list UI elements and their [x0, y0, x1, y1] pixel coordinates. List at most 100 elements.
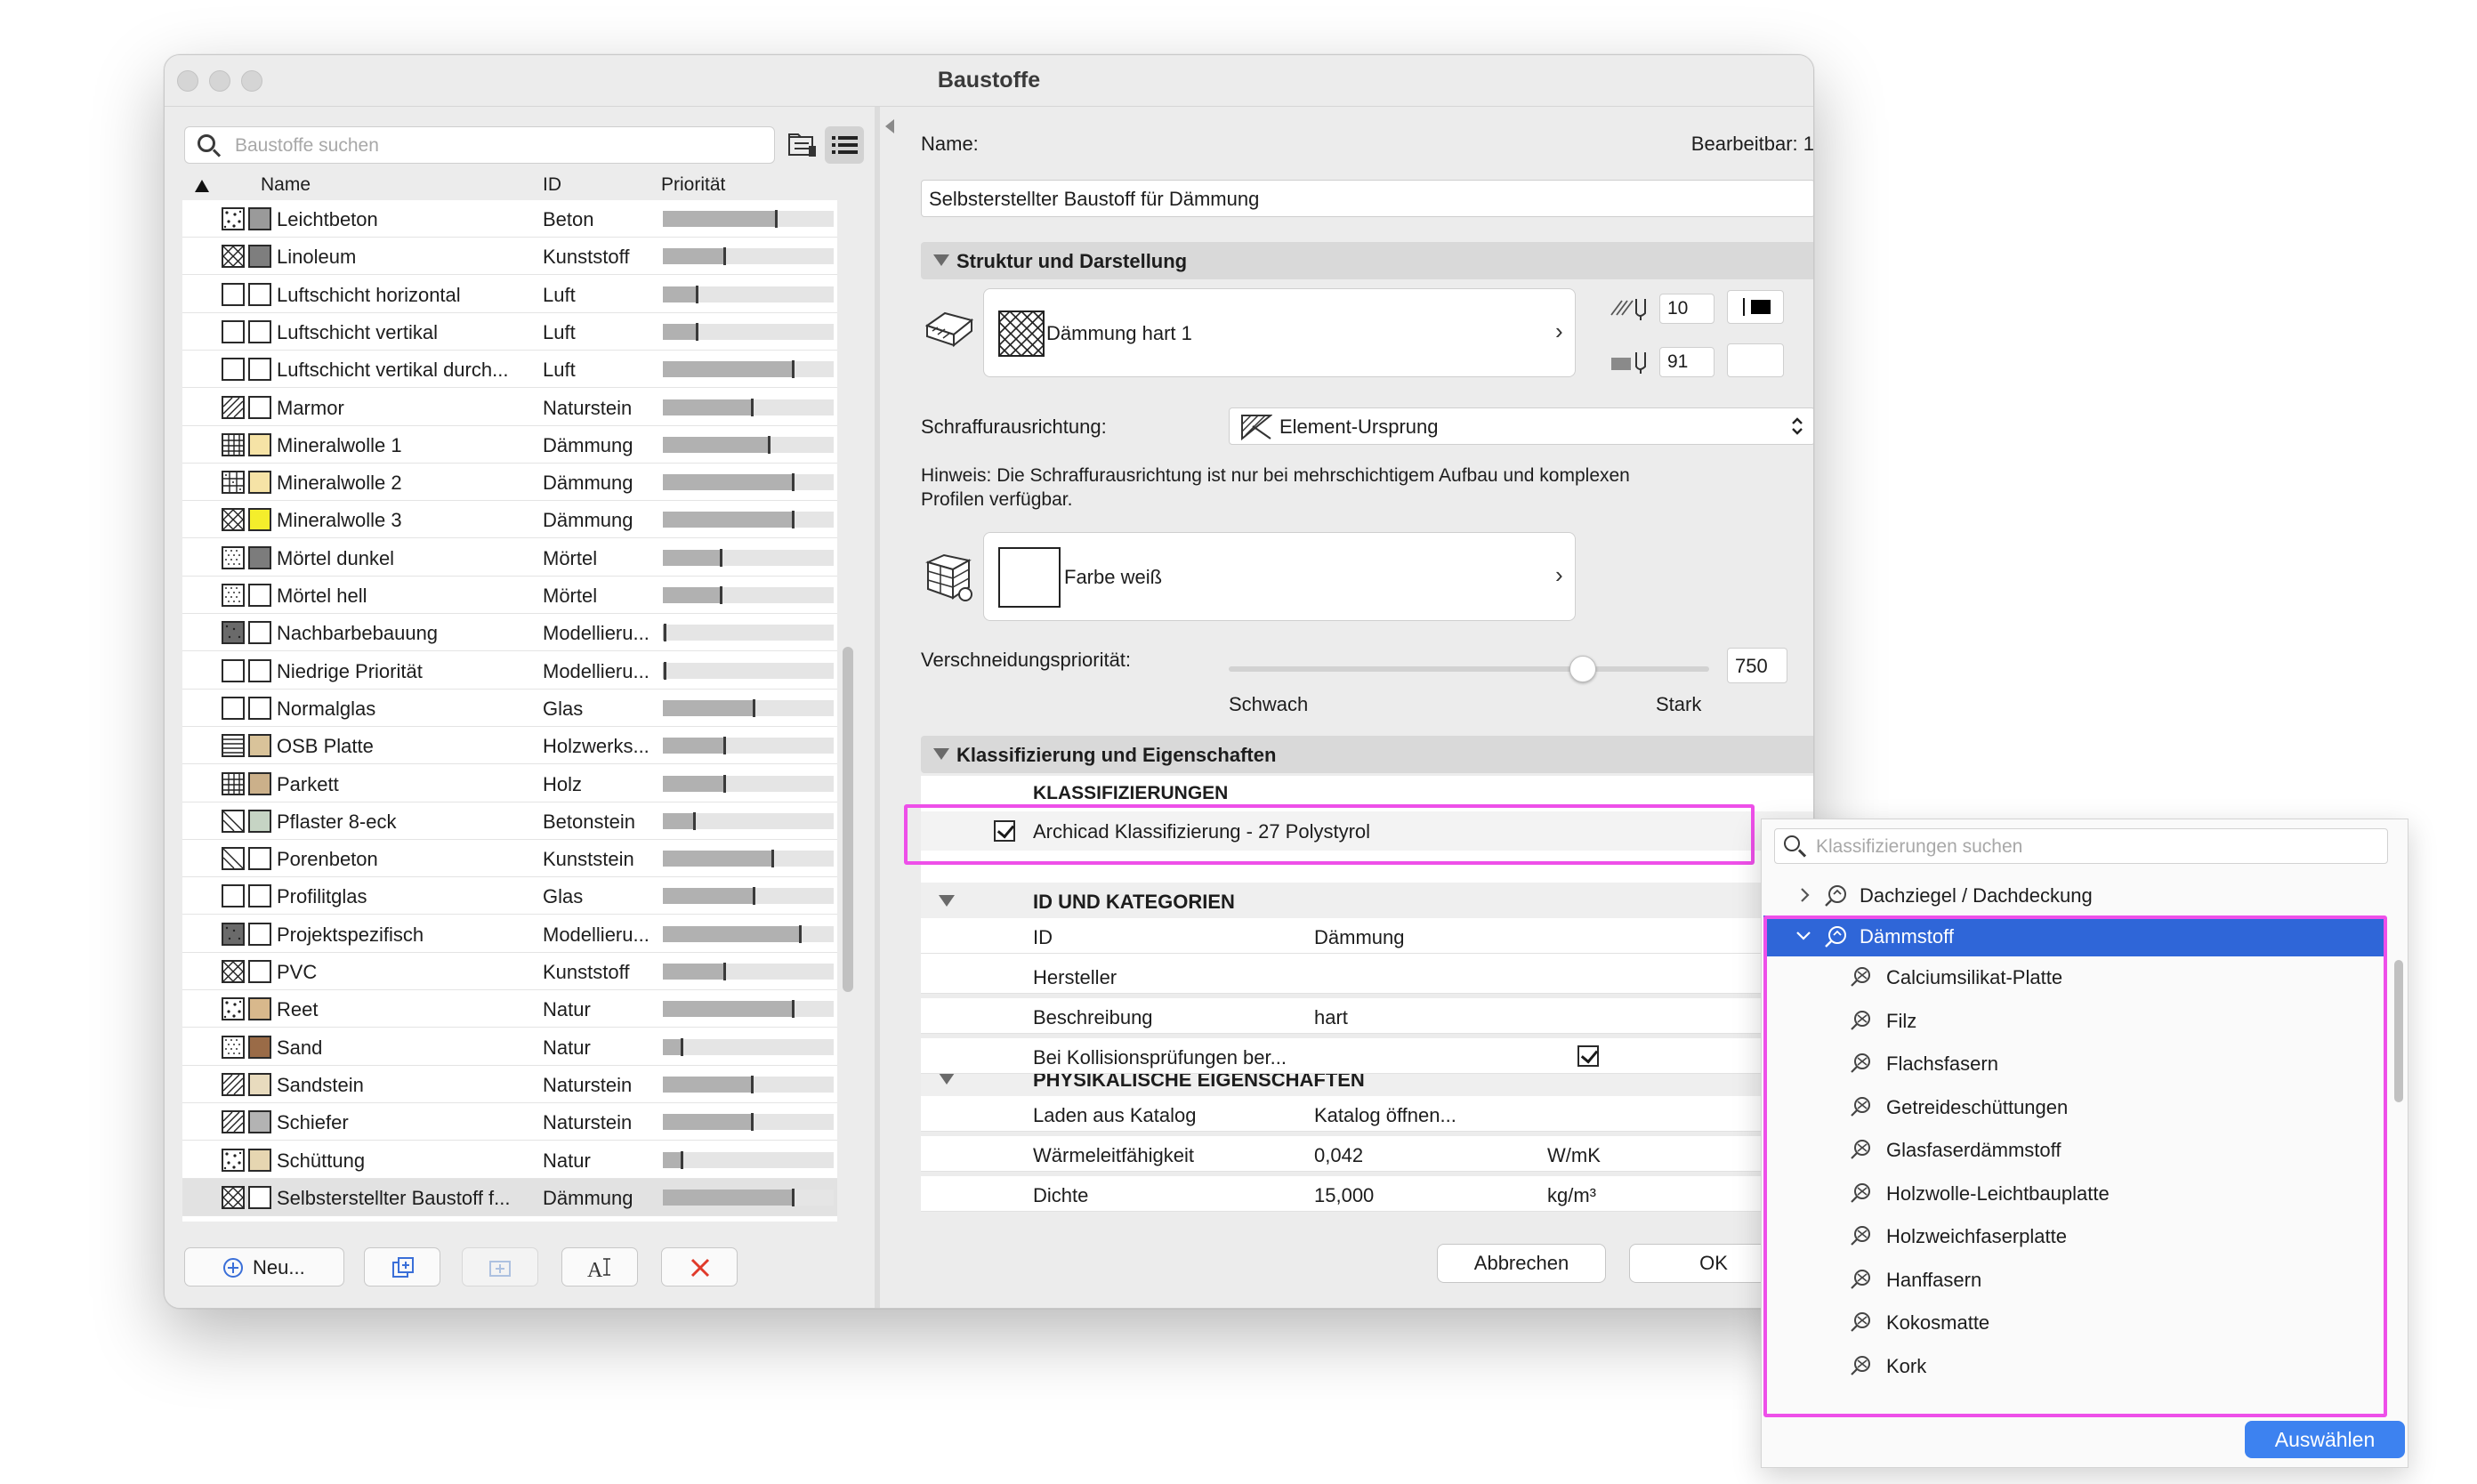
collapse-arrow-icon[interactable] — [885, 119, 894, 133]
tree-item-child[interactable]: Kork — [1763, 1345, 2384, 1386]
column-id[interactable]: ID — [543, 174, 561, 196]
new-material-button[interactable]: Neu... — [184, 1247, 344, 1286]
hatch-orientation-select[interactable]: Element-Ursprung — [1229, 407, 1813, 445]
popup-scrollbar[interactable] — [2394, 960, 2403, 1102]
material-row[interactable]: Niedrige Priorität Modellieru... — [182, 651, 837, 690]
tree-item-child[interactable]: Kokosmatte — [1763, 1302, 2384, 1343]
material-row[interactable]: Parkett Holz — [182, 764, 837, 802]
material-row[interactable]: Pflaster 8-eck Betonstein — [182, 802, 837, 840]
material-row[interactable]: Leichtbeton Beton — [182, 200, 837, 238]
tree-item-child[interactable]: Holzwolle-Leichtbauplatte — [1763, 1173, 2384, 1214]
property-value[interactable]: 15,000 — [1314, 1184, 1374, 1207]
tree-item-daemmstoff[interactable]: Dämmstoff — [1763, 915, 2384, 956]
material-row[interactable]: Mineralwolle 2 Dämmung — [182, 464, 837, 502]
cancel-button[interactable]: Abbrechen — [1437, 1244, 1606, 1283]
material-row[interactable]: Reet Natur — [182, 990, 837, 1028]
folder-view-button[interactable] — [782, 126, 821, 164]
material-row[interactable]: OSB Platte Holzwerks... — [182, 727, 837, 765]
material-row[interactable]: Selbsterstellter Baustoff f... Dämmung — [182, 1178, 837, 1216]
list-scrollbar[interactable] — [843, 647, 853, 992]
priority-bar — [663, 811, 834, 830]
property-row[interactable]: ID Dämmung — [921, 918, 1813, 954]
material-id: Natur — [543, 1036, 591, 1059]
priority-bar — [663, 473, 834, 492]
chevron-down-icon[interactable] — [1795, 930, 1811, 942]
classification-row[interactable]: Archicad Klassifizierung - 27 Polystyrol… — [921, 811, 1813, 851]
property-row[interactable]: Laden aus Katalog Katalog öffnen... — [921, 1096, 1813, 1132]
column-name[interactable]: Name — [261, 174, 311, 196]
tree-item-child[interactable]: Hanffasern — [1763, 1259, 2384, 1300]
panel-splitter[interactable] — [875, 107, 880, 1308]
material-row[interactable]: PVC Kunststoff — [182, 953, 837, 990]
material-row[interactable]: Mörtel dunkel Mörtel — [182, 538, 837, 577]
property-value[interactable]: hart — [1314, 1006, 1348, 1029]
tree-item-dachziegel[interactable]: Dachziegel / Dachdeckung — [1763, 875, 2384, 915]
material-row[interactable]: Normalglas Glas — [182, 689, 837, 727]
tree-item-child[interactable]: Calciumsilikat-Platte — [1763, 956, 2384, 997]
material-row[interactable]: Sand Natur — [182, 1028, 837, 1066]
priority-bar — [663, 963, 834, 980]
fill-pen-color-button[interactable] — [1727, 290, 1784, 324]
property-row[interactable]: Beschreibung hart — [921, 998, 1813, 1034]
delete-button[interactable] — [661, 1247, 738, 1286]
material-row[interactable]: Profilitglas Glas — [182, 877, 837, 915]
material-name: Schüttung — [277, 1149, 366, 1172]
select-button[interactable]: Auswählen — [2245, 1421, 2405, 1458]
material-row[interactable]: Projektspezifisch Modellieru... — [182, 915, 837, 953]
material-row[interactable]: Mineralwolle 3 Dämmung — [182, 501, 837, 539]
chevron-right-icon[interactable] — [1799, 887, 1811, 903]
tree-item-child[interactable]: Filz — [1763, 1000, 2384, 1041]
group-id-categories[interactable]: ID UND KATEGORIEN — [921, 883, 1813, 918]
material-name: Marmor — [277, 396, 344, 419]
property-value[interactable]: Dämmung — [1314, 926, 1404, 949]
import-button[interactable] — [462, 1247, 538, 1286]
tree-item-child[interactable]: Flachsfasern — [1763, 1043, 2384, 1084]
rename-button[interactable]: A — [561, 1247, 638, 1286]
material-row[interactable]: Marmor Naturstein — [182, 388, 837, 426]
classification-search-input[interactable]: Klassifizierungen suchen — [1774, 828, 2388, 864]
duplicate-button[interactable] — [364, 1247, 440, 1286]
material-row[interactable]: Schiefer Naturstein — [182, 1103, 837, 1141]
material-row[interactable]: Linoleum Kunststoff — [182, 238, 837, 276]
material-row[interactable]: Luftschicht vertikal Luft — [182, 312, 837, 351]
cut-fill-selector[interactable]: Dämmung hart 1 › — [983, 288, 1576, 377]
material-row[interactable]: Luftschicht horizontal Luft — [182, 275, 837, 313]
property-row[interactable]: Bei Kollisionsprüfungen ber... — [921, 1038, 1813, 1074]
property-value[interactable]: 0,042 — [1314, 1144, 1363, 1167]
material-search-input[interactable]: Baustoffe suchen — [184, 126, 775, 164]
intersection-priority-slider[interactable] — [1229, 656, 1709, 682]
slider-knob[interactable] — [1569, 656, 1596, 682]
material-list[interactable]: Leichtbeton Beton Linoleum Kunststoff Luftsc… — [182, 200, 837, 1222]
color-swatch — [248, 1072, 271, 1096]
property-row[interactable]: Wärmeleitfähigkeit 0,042 W/mK — [921, 1136, 1813, 1172]
material-row[interactable]: Luftschicht vertikal durch... Luft — [182, 351, 837, 389]
surface-selector[interactable]: Farbe weiß › — [983, 532, 1576, 621]
classification-checkbox[interactable] — [994, 820, 1015, 842]
section-structure-header[interactable]: Struktur und Darstellung — [921, 242, 1813, 279]
list-view-button[interactable] — [825, 126, 864, 164]
fill-pen-input[interactable]: 10 — [1659, 294, 1715, 324]
column-priority[interactable]: Priorität — [661, 174, 725, 196]
background-pen-color-button[interactable] — [1727, 343, 1784, 377]
material-row[interactable]: Nachbarbebauung Modellieru... — [182, 614, 837, 652]
collision-checkbox[interactable] — [1577, 1045, 1599, 1067]
intersection-priority-input[interactable]: 750 — [1727, 648, 1787, 683]
tree-item-child[interactable]: Holzweichfaserplatte — [1763, 1215, 2384, 1256]
section-classification-header[interactable]: Klassifizierung und Eigenschaften — [921, 736, 1813, 773]
material-row[interactable]: Porenbeton Kunststein — [182, 840, 837, 878]
material-name-input[interactable]: Selbsterstellter Baustoff für Dämmung — [921, 180, 1813, 217]
hatch-pattern-swatch — [222, 696, 245, 720]
property-value[interactable]: Katalog öffnen... — [1314, 1104, 1456, 1127]
tree-item-label: Calciumsilikat-Platte — [1886, 966, 2063, 988]
property-row[interactable]: Dichte 15,000 kg/m³ — [921, 1176, 1813, 1212]
material-row[interactable]: Schüttung Natur — [182, 1141, 837, 1179]
material-row[interactable]: Sandstein Naturstein — [182, 1065, 837, 1103]
priority-bar — [663, 1037, 834, 1056]
material-row[interactable]: Mineralwolle 1 Dämmung — [182, 425, 837, 464]
tree-item-child[interactable]: Glasfaserdämmstoff — [1763, 1129, 2384, 1170]
material-row[interactable]: Mörtel hell Mörtel — [182, 577, 837, 614]
sort-ascending-icon[interactable] — [195, 180, 209, 192]
tree-item-child[interactable]: Getreideschüttungen — [1763, 1086, 2384, 1127]
background-pen-input[interactable]: 91 — [1659, 347, 1715, 377]
property-row[interactable]: Hersteller — [921, 958, 1813, 994]
